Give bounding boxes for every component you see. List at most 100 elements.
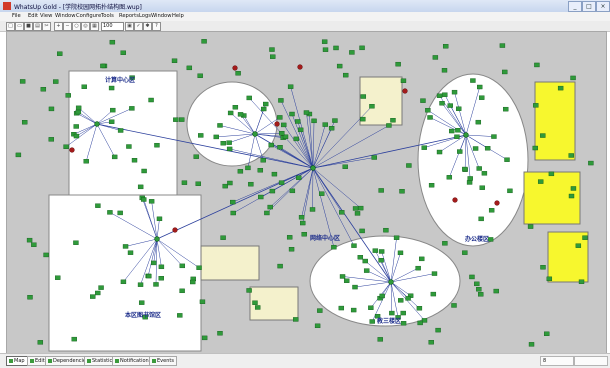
help-button[interactable]: ? [152,22,161,31]
device-node[interactable] [217,331,222,335]
device-node[interactable] [337,64,342,68]
device-node[interactable] [76,106,81,110]
device-node[interactable] [139,301,144,305]
device-node[interactable] [252,301,257,305]
device-node[interactable] [227,141,232,145]
device-node[interactable] [123,244,128,248]
device-node[interactable] [344,279,349,283]
device-node[interactable] [247,96,252,100]
device-node[interactable] [340,274,345,278]
menu-logs[interactable]: Logs [139,13,151,19]
device-node[interactable] [95,204,100,208]
device-node[interactable] [202,336,207,340]
device-node[interactable] [22,120,27,124]
device-node[interactable] [190,280,195,284]
device-node[interactable] [428,115,433,119]
device-node[interactable] [569,153,574,157]
device-node[interactable] [436,328,441,332]
device-node[interactable] [390,118,395,122]
device-node[interactable] [272,172,277,176]
device-node[interactable] [16,153,21,157]
zoom-select[interactable]: 100 [101,22,124,31]
device-node[interactable] [258,168,263,172]
device-node[interactable] [469,275,474,279]
menu-file[interactable]: File [12,13,21,19]
device-node[interactable] [368,306,373,310]
device-node[interactable] [372,156,377,160]
device-node[interactable] [588,161,593,165]
device-node[interactable] [529,342,534,346]
device-node[interactable] [138,185,143,189]
device-node[interactable] [197,266,202,270]
device-node[interactable] [358,255,363,259]
tab-map[interactable]: Map [6,356,28,366]
device-node[interactable] [398,251,403,255]
grid-button[interactable]: ▦ [90,22,99,31]
device-node[interactable] [479,96,484,100]
device-node[interactable] [277,115,282,119]
device-node[interactable] [442,241,447,245]
device-node[interactable] [467,180,472,184]
device-node[interactable] [95,291,100,295]
device-node[interactable] [74,124,79,128]
device-node[interactable] [255,305,260,309]
device-node[interactable] [279,181,284,185]
device-node[interactable] [146,274,151,278]
device-node[interactable] [180,264,185,268]
device-node[interactable] [352,285,357,289]
device-node[interactable] [236,71,241,75]
device-node[interactable] [84,159,89,163]
alert-device-node[interactable] [495,201,500,206]
device-node[interactable] [432,272,437,276]
device-node[interactable] [214,135,219,139]
device-node[interactable] [196,182,201,186]
device-node[interactable] [261,107,266,111]
alert-device-node[interactable] [403,89,408,94]
device-node[interactable] [49,137,54,141]
device-node[interactable] [159,276,164,280]
lock-button[interactable]: ▣ [125,22,134,31]
device-node[interactable] [379,258,384,262]
menu-help[interactable]: Help [172,13,184,19]
device-node[interactable] [485,146,490,150]
zoom-in-button[interactable]: + [54,22,63,31]
device-node[interactable] [289,112,294,116]
device-node[interactable] [454,135,459,139]
device-node[interactable] [38,340,43,344]
menu-window[interactable]: Window [55,13,75,19]
device-node[interactable] [44,253,49,257]
device-node[interactable] [394,236,399,240]
device-node[interactable] [198,133,203,137]
device-node[interactable] [304,111,309,115]
device-node[interactable] [261,158,266,162]
core-switch-icon[interactable] [311,166,316,171]
device-node[interactable] [456,107,461,111]
device-node[interactable] [128,251,133,255]
device-node[interactable] [431,292,436,296]
device-node[interactable] [187,66,192,70]
device-node[interactable] [360,46,365,50]
device-node[interactable] [264,211,269,215]
device-node[interactable] [389,311,394,315]
device-node[interactable] [317,309,322,313]
device-node[interactable] [364,269,369,273]
device-node[interactable] [477,166,482,170]
device-node[interactable] [290,189,295,193]
device-node[interactable] [398,298,403,302]
device-node[interactable] [425,108,430,112]
device-node[interactable] [157,217,162,221]
device-node[interactable] [420,99,425,103]
device-node[interactable] [437,94,442,98]
device-node[interactable] [447,175,452,179]
device-node[interactable] [64,145,69,149]
device-node[interactable] [73,241,78,245]
device-node[interactable] [500,44,505,48]
device-node[interactable] [329,126,334,130]
device-node[interactable] [334,46,339,50]
device-node[interactable] [549,172,554,176]
device-node[interactable] [230,200,235,204]
dorm-switch-icon[interactable] [253,132,258,137]
device-node[interactable] [238,112,243,116]
device-node[interactable] [478,292,483,296]
device-node[interactable] [217,123,222,127]
